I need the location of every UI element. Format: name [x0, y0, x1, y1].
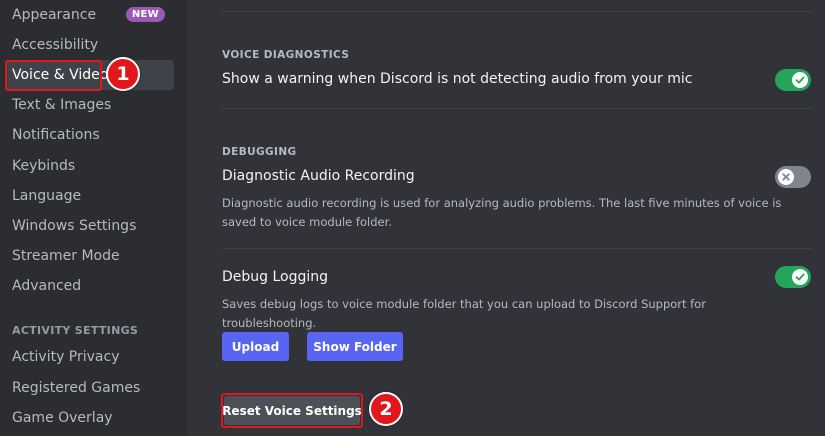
divider	[222, 11, 812, 12]
annotation-highlight-voice-video	[5, 60, 102, 91]
voice-video-settings-panel: VOICE DIAGNOSTICS Show a warning when Di…	[187, 0, 825, 436]
upload-button[interactable]: Upload	[222, 332, 289, 361]
toggle-knob	[792, 269, 808, 285]
sidebar-item-appearance[interactable]: Appearance NEW	[5, 0, 174, 30]
toggle-knob	[778, 169, 794, 185]
mic-warning-toggle[interactable]	[775, 69, 811, 91]
sidebar-item-accessibility[interactable]: Accessibility	[5, 30, 174, 60]
debug-logging-description: Saves debug logs to voice module folder …	[222, 297, 706, 330]
annotation-step-2: 2	[369, 392, 403, 426]
sidebar-item-label: Notifications	[12, 127, 100, 143]
toggle-knob	[792, 72, 808, 88]
divider	[222, 108, 812, 109]
sidebar-item-label: Appearance	[12, 7, 97, 23]
sidebar-item-label: Advanced	[12, 278, 82, 294]
sidebar-item-label: Game Overlay	[12, 410, 113, 426]
sidebar-item-game-overlay[interactable]: Game Overlay	[5, 403, 174, 433]
check-icon	[795, 76, 805, 84]
sidebar-item-windows-settings[interactable]: Windows Settings	[5, 211, 174, 241]
sidebar-item-label: Windows Settings	[12, 218, 137, 234]
sidebar-item-label: Activity Privacy	[12, 349, 120, 365]
sidebar-item-label: Streamer Mode	[12, 248, 120, 264]
mic-warning-label: Show a warning when Discord is not detec…	[222, 71, 693, 87]
show-folder-button[interactable]: Show Folder	[307, 332, 403, 361]
debug-logging-toggle[interactable]	[775, 266, 811, 288]
x-icon	[782, 173, 790, 181]
sidebar-item-streamer-mode[interactable]: Streamer Mode	[5, 241, 174, 271]
sidebar-item-label: Text & Images	[12, 97, 112, 113]
sidebar-item-notifications[interactable]: Notifications	[5, 120, 174, 150]
sidebar-item-label: Registered Games	[12, 380, 141, 396]
diagnostic-audio-recording-label: Diagnostic Audio Recording	[222, 168, 415, 184]
activity-settings-header: ACTIVITY SETTINGS	[12, 324, 139, 337]
diagnostic-audio-recording-description: Diagnostic audio recording is used for a…	[222, 196, 782, 229]
annotation-highlight-reset	[221, 393, 363, 428]
sidebar-item-registered-games[interactable]: Registered Games	[5, 373, 174, 403]
sidebar-item-language[interactable]: Language	[5, 181, 174, 211]
annotation-step-1: 1	[106, 57, 140, 91]
sidebar-item-label: Accessibility	[12, 37, 99, 53]
sidebar-item-advanced[interactable]: Advanced	[5, 271, 174, 301]
sidebar-item-text-images[interactable]: Text & Images	[5, 90, 174, 120]
sidebar-item-label: Language	[12, 188, 82, 204]
check-icon	[795, 273, 805, 281]
sidebar-item-keybinds[interactable]: Keybinds	[5, 151, 174, 181]
sidebar-item-activity-privacy[interactable]: Activity Privacy	[5, 342, 174, 372]
new-badge: NEW	[125, 7, 165, 22]
debug-logging-label: Debug Logging	[222, 269, 329, 285]
debugging-title: DEBUGGING	[222, 146, 297, 158]
divider	[222, 248, 812, 249]
diagnostic-audio-recording-toggle[interactable]	[775, 166, 811, 188]
voice-diagnostics-title: VOICE DIAGNOSTICS	[222, 49, 350, 61]
sidebar-item-label: Keybinds	[12, 158, 76, 174]
